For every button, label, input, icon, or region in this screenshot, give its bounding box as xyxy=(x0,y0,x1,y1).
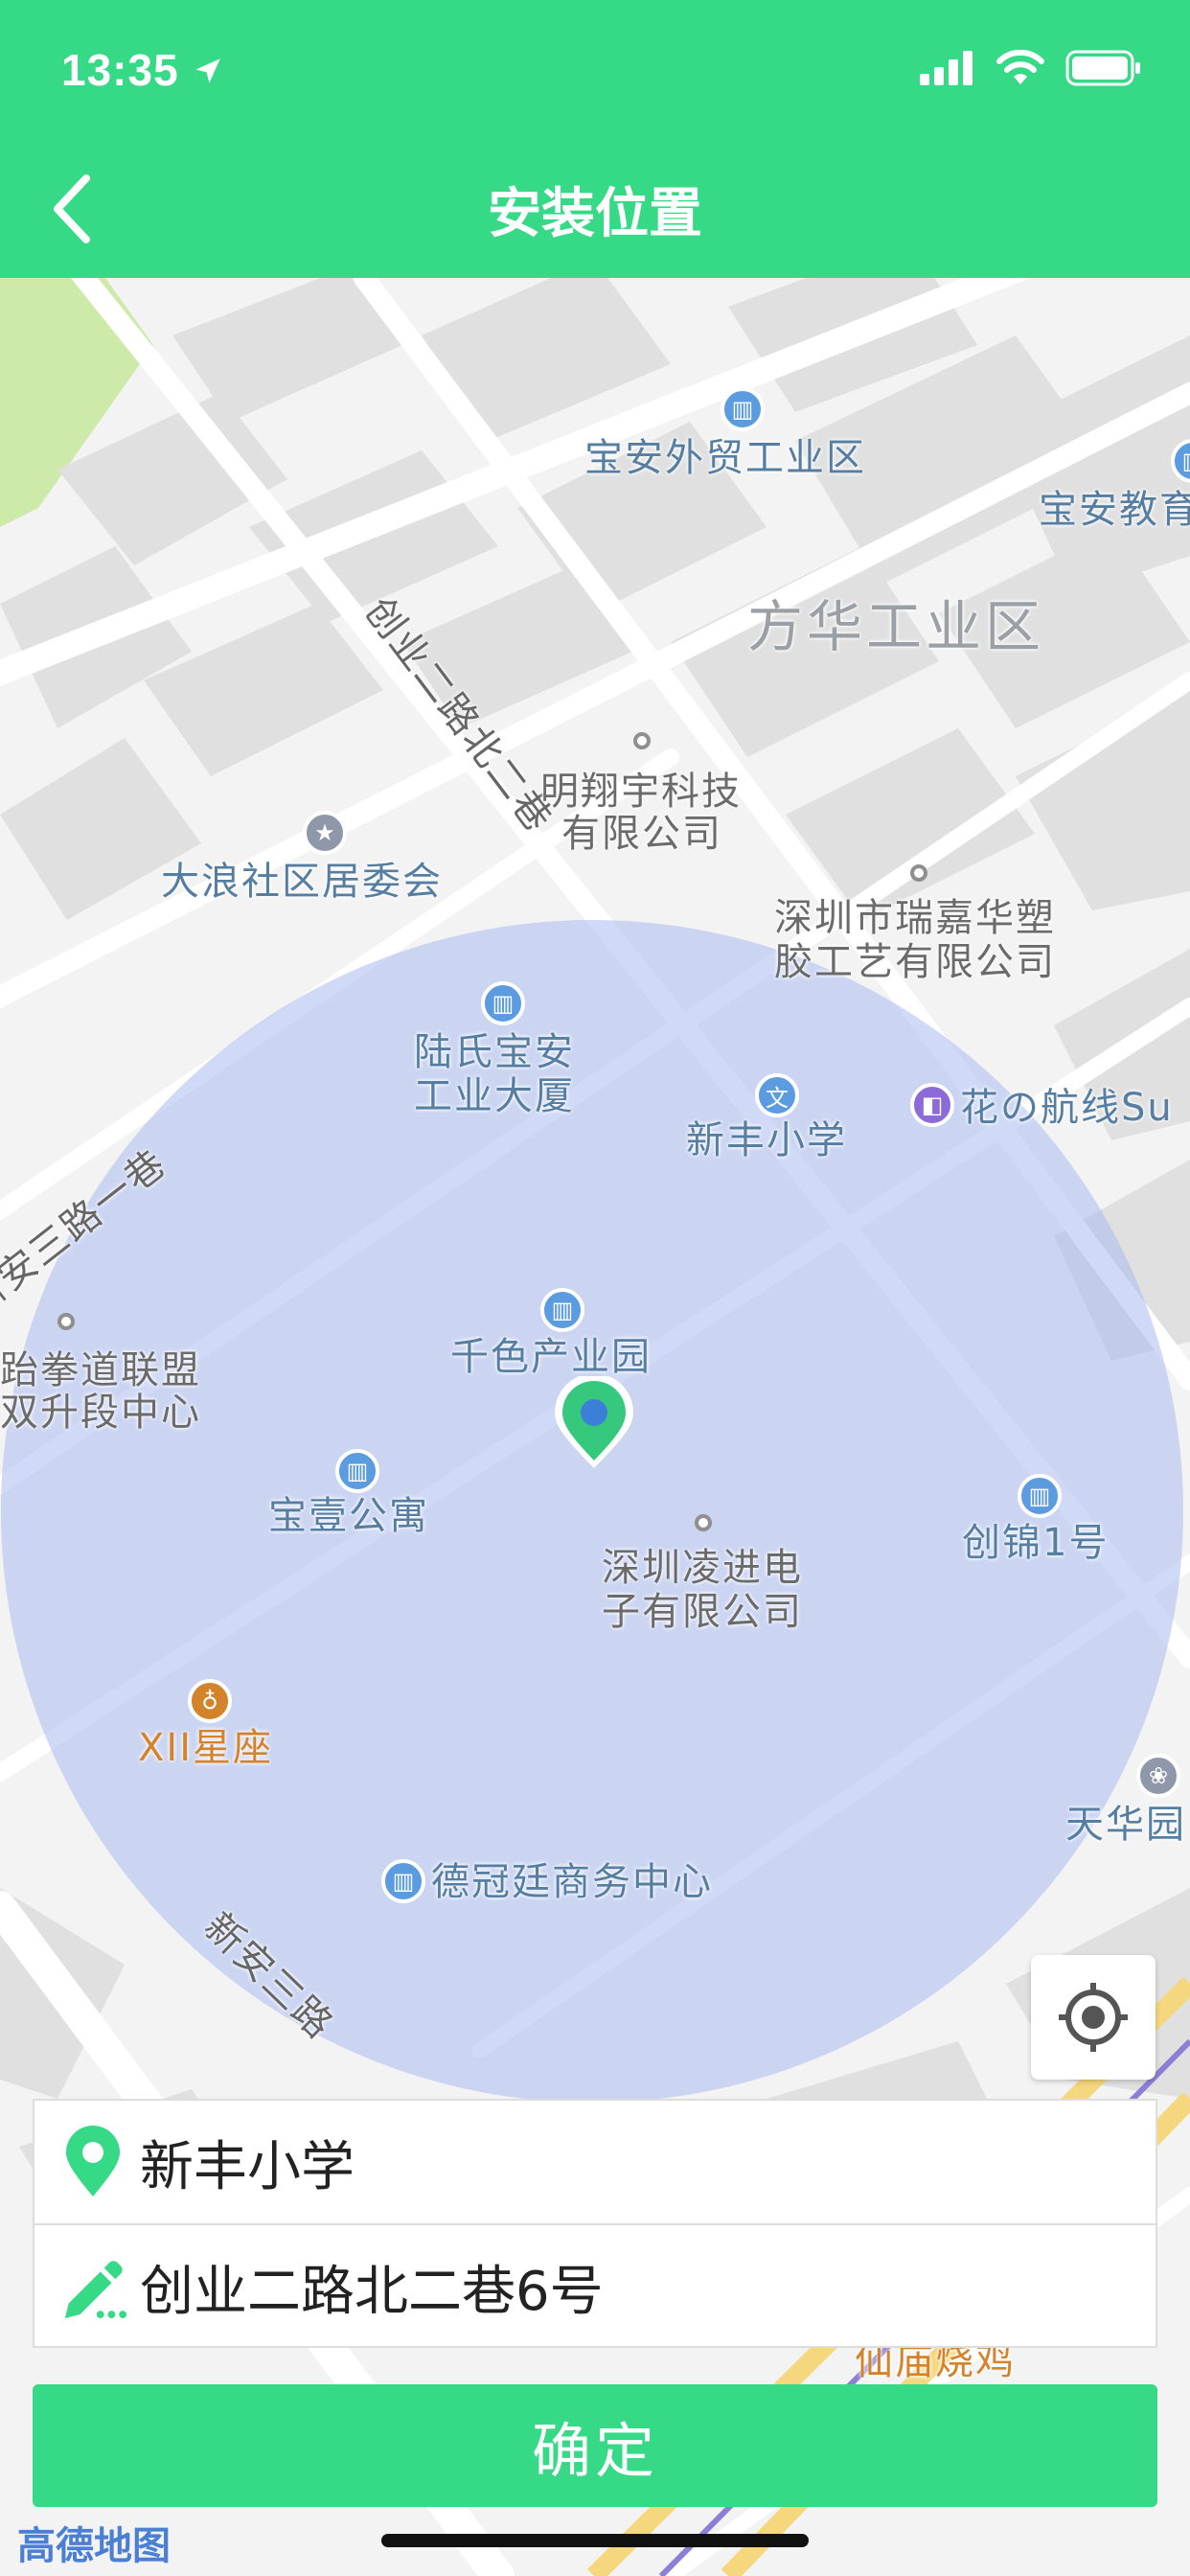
poi-building-icon[interactable]: ▥ xyxy=(381,1859,425,1903)
status-time: 13:35 xyxy=(61,44,224,96)
poi-building-icon[interactable]: ▥ xyxy=(335,1449,379,1493)
map-label-chuangjin[interactable]: 创锦1号 xyxy=(962,1520,1109,1566)
locate-icon xyxy=(1059,1983,1128,2052)
map-label-mingxiangyu-1[interactable]: 明翔宇科技 xyxy=(540,769,742,815)
map-label-deguanting[interactable]: 德冠廷商务中心 xyxy=(431,1859,713,1905)
signal-icon xyxy=(920,51,973,85)
wifi-icon xyxy=(996,50,1044,84)
poi-building-icon[interactable]: ▥ xyxy=(540,1288,584,1332)
map-label-baoyi[interactable]: 宝壹公寓 xyxy=(268,1493,429,1539)
poi-community-icon[interactable]: ★ xyxy=(303,811,347,855)
poi-shop-icon[interactable]: ◧ xyxy=(910,1083,954,1127)
header-bar: 13:35 安装位置 xyxy=(0,0,1190,278)
place-name-row[interactable]: 新丰小学 xyxy=(34,2101,1156,2223)
address-text: 创业二路北二巷6号 xyxy=(140,2260,604,2323)
battery-icon xyxy=(1065,50,1140,86)
map-label-huahangxian[interactable]: 花の航线Su xyxy=(960,1085,1174,1131)
map-pin-marker-icon[interactable] xyxy=(551,1376,637,1472)
map-label-taekwondo-2[interactable]: 双升段中心 xyxy=(0,1390,201,1436)
map-label-mingxiangyu-2[interactable]: 有限公司 xyxy=(561,811,722,857)
poi-building-icon[interactable]: ▥ xyxy=(721,387,765,431)
location-arrow-icon xyxy=(195,58,221,83)
poi-school-icon[interactable]: 文 xyxy=(755,1073,799,1117)
map-label-baoan-trade[interactable]: 宝安外贸工业区 xyxy=(584,435,866,481)
poi-dot[interactable] xyxy=(910,864,927,882)
map-label-lingjin-2[interactable]: 子有限公司 xyxy=(602,1589,803,1635)
map-label-ruijia-1[interactable]: 深圳市瑞嘉华塑 xyxy=(774,895,1056,941)
map-label-baoan-edu[interactable]: 宝安教育 xyxy=(1039,487,1190,533)
map-label-lushi-1[interactable]: 陆氏宝安 xyxy=(414,1029,575,1075)
confirm-button[interactable]: 确定 xyxy=(33,2384,1157,2507)
map-pin-icon xyxy=(59,2124,126,2200)
poi-dot[interactable] xyxy=(633,732,651,749)
poi-dot[interactable] xyxy=(695,1514,712,1531)
map-label-tianhua[interactable]: 天华园 xyxy=(1065,1802,1186,1848)
address-row[interactable]: 创业二路北二巷6号 xyxy=(34,2223,1156,2348)
page-title: 安装位置 xyxy=(488,183,702,245)
status-time-text: 13:35 xyxy=(61,45,179,95)
poi-food-icon[interactable]: ♁ xyxy=(188,1679,232,1723)
poi-building-icon[interactable]: ▥ xyxy=(1018,1474,1062,1518)
poi-park-icon[interactable]: ❀ xyxy=(1136,1754,1180,1798)
pencil-icon xyxy=(59,2248,126,2325)
locate-button[interactable] xyxy=(1031,1955,1156,2080)
poi-building-icon[interactable]: ▥ xyxy=(481,981,525,1025)
map-label-xinfeng-school[interactable]: 新丰小学 xyxy=(686,1117,847,1163)
map-label-qianse[interactable]: 千色产业园 xyxy=(450,1334,652,1380)
map-label-taekwondo-1[interactable]: 跆拳道联盟 xyxy=(0,1347,201,1393)
map-label-lingjin-1[interactable]: 深圳凌进电 xyxy=(602,1545,803,1591)
home-indicator[interactable] xyxy=(381,2534,809,2547)
status-icons xyxy=(920,50,1142,86)
map-label-ruijia-2[interactable]: 胶工艺有限公司 xyxy=(774,939,1056,985)
map-label-lushi-2[interactable]: 工业大厦 xyxy=(414,1073,575,1119)
place-name-text: 新丰小学 xyxy=(140,2135,355,2198)
map-label-xii[interactable]: XII星座 xyxy=(138,1725,273,1771)
location-info-panel: 新丰小学 创业二路北二巷6号 xyxy=(33,2099,1157,2348)
map-label-fanghua[interactable]: 方华工业区 xyxy=(747,599,1044,655)
poi-dot[interactable] xyxy=(57,1313,75,1330)
map-label-dalang[interactable]: 大浪社区居委会 xyxy=(161,859,443,905)
amap-attribution: 高德地图 xyxy=(17,2524,171,2568)
